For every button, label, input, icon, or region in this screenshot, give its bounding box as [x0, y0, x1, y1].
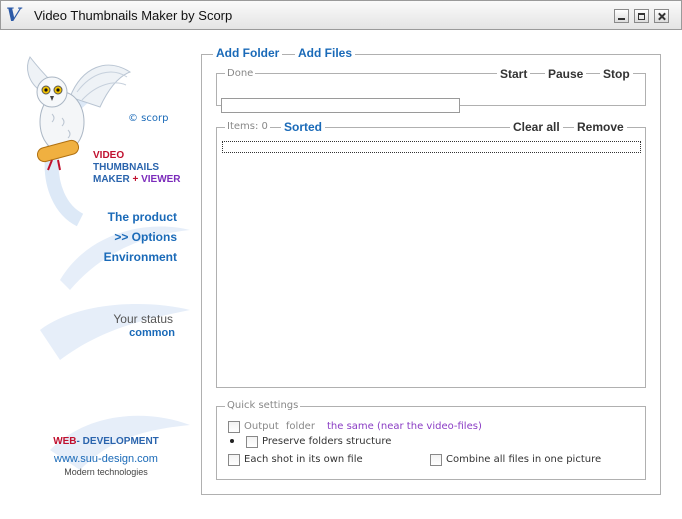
close-button[interactable]	[654, 9, 669, 23]
progress-bar	[221, 98, 460, 113]
brand-viewer: VIEWER	[141, 174, 181, 185]
each-shot-checkbox[interactable]	[228, 454, 240, 466]
nav-environment[interactable]: Environment	[104, 250, 177, 264]
each-shot-label: Each shot in its own file	[244, 454, 363, 465]
brand-thumbnails: THUMBNAILS	[93, 162, 160, 173]
file-list-focus-row[interactable]	[222, 141, 641, 153]
web-dash: -	[76, 436, 80, 447]
start-button[interactable]: Start	[497, 67, 531, 81]
stop-button[interactable]: Stop	[600, 67, 633, 81]
nav-the-product[interactable]: The product	[108, 210, 177, 224]
output-folder-label: Output folder	[244, 421, 315, 432]
pause-button[interactable]: Pause	[545, 67, 587, 81]
copyright-text: © scorp	[128, 113, 169, 124]
web-development-label: WEB- DEVELOPMENT	[0, 436, 212, 447]
output-folder-value[interactable]: the same (near the video-files)	[327, 421, 482, 432]
title-bar: V Video Thumbnails Maker by Scorp	[0, 0, 682, 30]
web-text: WEB	[53, 436, 77, 447]
sidebar: © scorp VIDEO THUMBNAILS MAKER + VIEWER …	[0, 30, 195, 519]
output-folder-checkbox[interactable]	[228, 421, 240, 433]
file-list-group	[216, 127, 646, 388]
brand-logo-text: VIDEO THUMBNAILS MAKER + VIEWER	[93, 150, 181, 186]
nav-options[interactable]: >> Options	[114, 230, 177, 244]
quick-settings-label: Quick settings	[225, 400, 301, 411]
remove-button[interactable]: Remove	[574, 120, 627, 134]
preserve-folders-checkbox[interactable]	[246, 436, 258, 448]
website-link[interactable]: www.suu-design.com	[0, 453, 212, 465]
brand-plus: +	[132, 174, 139, 185]
tagline: Modern technologies	[64, 467, 148, 477]
preserve-folders-label: Preserve folders structure	[262, 436, 392, 447]
add-files-button[interactable]: Add Files	[295, 46, 356, 60]
status-value[interactable]: common	[129, 327, 175, 339]
combine-files-checkbox[interactable]	[430, 454, 442, 466]
app-icon: V	[6, 4, 21, 26]
clear-all-button[interactable]: Clear all	[510, 120, 563, 134]
brand-video: VIDEO	[93, 150, 125, 161]
progress-status-label: Done	[225, 68, 256, 79]
add-folder-button[interactable]: Add Folder	[213, 46, 283, 60]
minimize-button[interactable]	[614, 9, 629, 23]
window-title: Video Thumbnails Maker by Scorp	[34, 8, 233, 23]
sorted-toggle[interactable]: Sorted	[281, 120, 326, 134]
combine-files-label: Combine all files in one picture	[446, 454, 602, 465]
development-text: DEVELOPMENT	[82, 436, 159, 447]
bullet-icon	[230, 439, 234, 443]
brand-maker: MAKER	[93, 174, 130, 185]
items-count: Items: 0	[225, 121, 270, 132]
status-label: Your status	[113, 312, 173, 326]
maximize-button[interactable]	[634, 9, 649, 23]
